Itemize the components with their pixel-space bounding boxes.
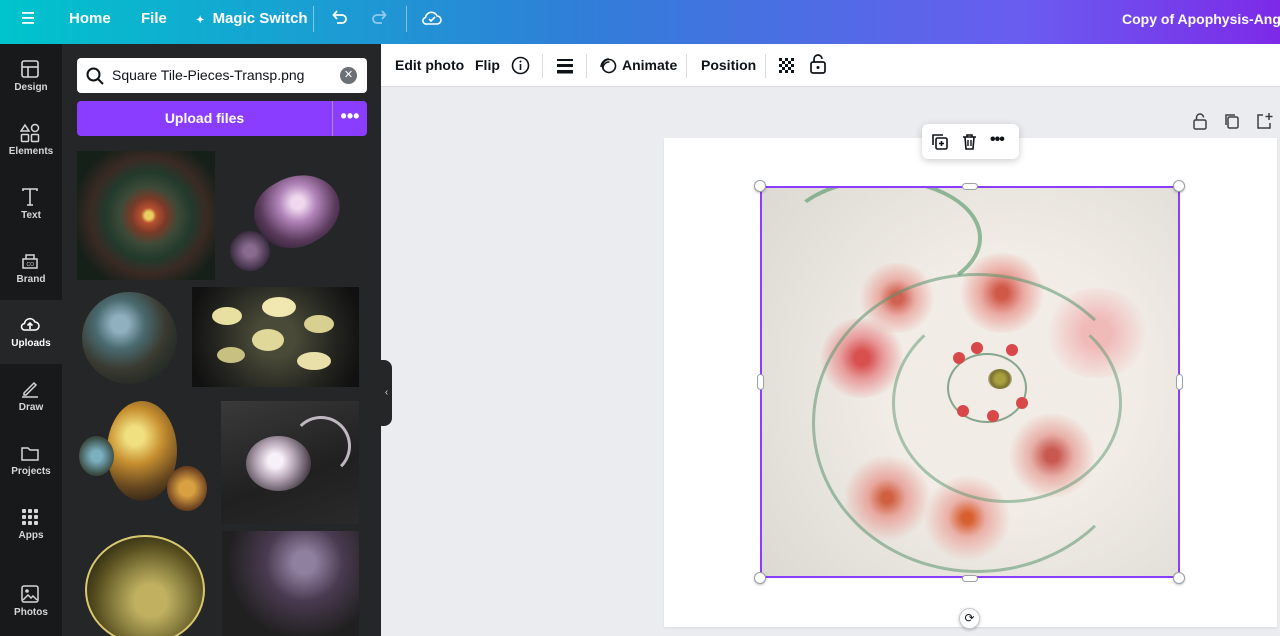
document-title[interactable]: Copy of Apophysis-AngelC xyxy=(1122,0,1280,44)
pen-icon xyxy=(22,381,38,398)
left-rail: Design Elements Text CO Brand Uploads Dr… xyxy=(0,44,62,636)
thumbnail-fractal-silver-swirl[interactable] xyxy=(221,401,359,524)
divider xyxy=(313,6,314,32)
context-toolbar: Edit photo Flip Animate Position xyxy=(381,44,1280,87)
transparency-icon[interactable] xyxy=(777,55,797,81)
image-icon xyxy=(21,585,39,603)
sidebar-item-uploads[interactable]: Uploads xyxy=(0,300,62,364)
rotate-icon[interactable]: ⟳ xyxy=(959,608,980,629)
divider xyxy=(586,54,587,78)
duplicate-page-icon[interactable] xyxy=(1223,112,1241,136)
position-button[interactable]: Position xyxy=(701,44,756,87)
sidebar-item-photos[interactable]: Photos xyxy=(0,569,62,633)
resize-handle-top[interactable] xyxy=(962,183,978,190)
sparkle-icon: ✦ xyxy=(196,15,205,26)
sidebar-item-label: Apps xyxy=(18,530,44,541)
undo-icon[interactable] xyxy=(329,8,349,30)
thumbnail-fractal-bubble-blue[interactable] xyxy=(77,287,187,392)
svg-text:CO: CO xyxy=(27,262,35,268)
add-page-icon[interactable] xyxy=(1255,112,1273,136)
top-bar: Home File ✦ Magic Switch Copy of Apophys… xyxy=(0,0,1280,44)
sidebar-item-apps[interactable]: Apps xyxy=(0,492,62,556)
resize-handle-right[interactable] xyxy=(1176,374,1183,390)
thumbnail-fractal-purple-fan[interactable] xyxy=(222,531,359,636)
sidebar-item-brand[interactable]: CO Brand xyxy=(0,236,62,300)
sidebar-item-design[interactable]: Design xyxy=(0,44,62,108)
upload-more-button[interactable]: ••• xyxy=(332,101,367,136)
sidebar-item-draw[interactable]: Draw xyxy=(0,364,62,428)
layout-icon xyxy=(21,60,39,78)
resize-handle-bottom-left[interactable] xyxy=(754,572,766,584)
hamburger-icon[interactable] xyxy=(20,10,38,30)
file-menu[interactable]: File xyxy=(141,0,167,44)
resize-handle-left[interactable] xyxy=(757,374,764,390)
brand-kit-icon: CO xyxy=(22,254,38,269)
text-icon xyxy=(22,188,38,206)
thumbnail-fractal-purple-cluster[interactable] xyxy=(225,151,355,280)
sidebar-item-projects[interactable]: Projects xyxy=(0,428,62,492)
lock-icon[interactable] xyxy=(808,53,828,80)
cloud-upload-icon xyxy=(20,317,40,331)
selected-image[interactable] xyxy=(760,186,1180,578)
resize-handle-top-right[interactable] xyxy=(1173,180,1185,192)
border-style-icon[interactable] xyxy=(555,55,575,81)
sidebar-item-elements[interactable]: Elements xyxy=(0,108,62,172)
sidebar-item-label: Projects xyxy=(11,466,51,477)
sidebar-item-label: Elements xyxy=(8,146,54,157)
home-menu[interactable]: Home xyxy=(69,0,111,44)
animate-button[interactable]: Animate xyxy=(622,44,677,87)
search-input[interactable]: Square Tile-Pieces-Transp.png ✕ xyxy=(77,58,367,93)
more-icon[interactable]: ••• xyxy=(990,131,1005,149)
divider xyxy=(765,54,766,78)
folder-icon xyxy=(21,447,39,461)
shapes-icon xyxy=(20,123,40,143)
resize-handle-top-left[interactable] xyxy=(754,180,766,192)
duplicate-icon[interactable] xyxy=(930,132,949,156)
sidebar-item-label: Photos xyxy=(14,607,48,618)
sidebar-item-label: Text xyxy=(21,210,41,221)
flip-button[interactable]: Flip xyxy=(475,44,500,87)
upload-files-button[interactable]: Upload files xyxy=(77,101,332,136)
floating-toolbar: ••• xyxy=(922,124,1019,159)
search-value: Square Tile-Pieces-Transp.png xyxy=(112,67,305,83)
trash-icon[interactable] xyxy=(960,132,979,156)
search-icon xyxy=(86,67,104,85)
sidebar-item-label: Uploads xyxy=(11,338,51,349)
divider xyxy=(542,54,543,78)
cloud-check-icon[interactable] xyxy=(421,8,443,30)
thumbnail-fractal-gold-bubbles[interactable] xyxy=(77,396,214,524)
redo-icon[interactable] xyxy=(370,8,390,30)
collapse-panel-button[interactable]: ‹ xyxy=(381,360,392,426)
thumbnail-fractal-yellow-flowers[interactable] xyxy=(192,287,359,387)
resize-handle-bottom[interactable] xyxy=(962,575,978,582)
apps-grid-icon xyxy=(22,509,38,525)
info-icon[interactable] xyxy=(510,55,531,81)
sidebar-item-label: Design xyxy=(14,82,48,93)
magic-switch-button[interactable]: ✦ Magic Switch xyxy=(196,0,308,44)
uploads-panel: Square Tile-Pieces-Transp.png ✕ Upload f… xyxy=(62,44,381,636)
thumbnail-fractal-yellow-sphere[interactable] xyxy=(77,531,214,636)
sidebar-item-label: Brand xyxy=(16,274,46,285)
resize-handle-bottom-right[interactable] xyxy=(1173,572,1185,584)
page-lock-icon[interactable] xyxy=(1191,112,1209,136)
divider xyxy=(406,6,407,32)
sidebar-item-label: Draw xyxy=(18,402,44,413)
thumbnail-fractal-red-spiral[interactable] xyxy=(77,151,215,280)
magic-switch-label: Magic Switch xyxy=(212,10,308,27)
clear-search-icon[interactable]: ✕ xyxy=(340,67,357,84)
animate-icon xyxy=(598,55,618,81)
divider xyxy=(686,54,687,78)
sidebar-item-text[interactable]: Text xyxy=(0,172,62,236)
edit-photo-button[interactable]: Edit photo xyxy=(395,44,464,87)
